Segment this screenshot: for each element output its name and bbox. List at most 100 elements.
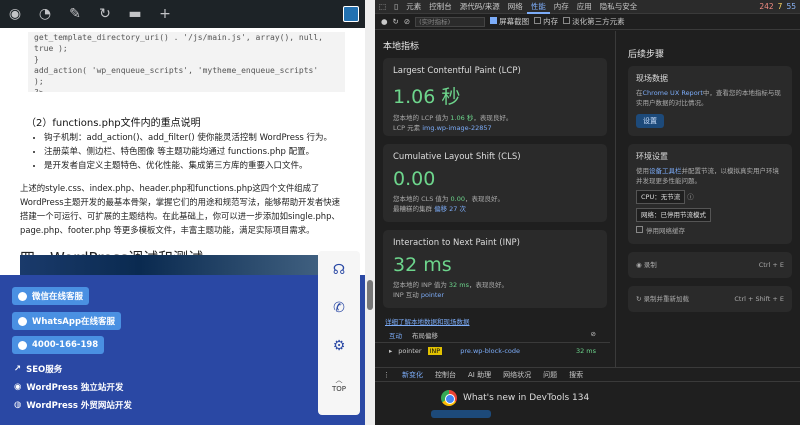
cls-cluster-link[interactable]: 偏移 27 次 <box>434 205 466 213</box>
drawer-tab-issues[interactable]: 问题 <box>543 370 557 380</box>
tab-interactions[interactable]: 互动 <box>389 330 402 340</box>
lcp-el-label: LCP 元素 <box>393 124 421 132</box>
network-throttle-select[interactable]: 网络：已停用节流模式 <box>636 208 711 222</box>
wechat-button[interactable]: 微信在线客服 <box>12 287 90 305</box>
top-label: TOP <box>331 385 346 393</box>
tab-elements[interactable]: 元素 <box>402 0 425 14</box>
setup-button[interactable]: 设置 <box>636 114 664 128</box>
disable-cache-label: 停用网络缓存 <box>646 227 685 235</box>
interactions-panel: 互动 布局偏移 ⊘ ▸ pointer INP pre.wp-block-code … <box>375 328 610 359</box>
code-line: add_action( 'wp_enqueue_scripts', 'mythe… <box>34 66 319 75</box>
memory-toggle[interactable]: 内存 <box>534 16 558 27</box>
drawer-tab-ai[interactable]: AI 助理 <box>468 370 491 380</box>
whatsapp-label: WhatsApp在线客服 <box>32 317 116 327</box>
bullet-item: 注册菜单、侧边栏、特色图像 等主题功能均通过 functions.php 配置。 <box>44 145 345 159</box>
inp-desc-pre: 您本地的 INP 值为 <box>393 281 447 289</box>
lcp-desc: 您本地的 LCP 值为 1.06 秒，表现良好。 LCP 元素 img.wp-im… <box>393 113 597 133</box>
interaction-type: pointer <box>398 347 422 355</box>
disable-cache-toggle[interactable]: 停用网络缓存 <box>636 226 685 235</box>
reload-record-action[interactable]: ↻ 录制并重新加载 Ctrl + Shift + E <box>628 286 792 312</box>
wechat-label: 微信在线客服 <box>32 292 84 302</box>
screenshot-toggle[interactable]: 屏幕截图 <box>490 16 529 27</box>
drawer-tab-console[interactable]: 控制台 <box>435 370 456 380</box>
record-icon[interactable]: ● <box>381 17 388 26</box>
drawer-tab-search[interactable]: 搜索 <box>569 370 583 380</box>
refresh-icon[interactable]: ↻ <box>96 5 114 23</box>
devtools-drawer: ⋮ 新变化 控制台 AI 助理 网络状况 问题 搜索 What's new in… <box>375 367 800 425</box>
tab-sources[interactable]: 源代码/来源 <box>456 0 504 14</box>
wordpress-icon: ◉ <box>14 382 22 392</box>
back-to-top-button[interactable]: ︿ TOP <box>318 365 360 403</box>
tab-network[interactable]: 网络 <box>504 0 527 14</box>
learn-more-link[interactable]: 详细了解本地数据和现场数据 <box>385 318 470 326</box>
field-data-card: 现场数据 在Chrome UX Report中，查看您的本地指标与现实用户数据的… <box>628 66 792 136</box>
interaction-element[interactable]: pre.wp-block-code <box>460 347 520 355</box>
clear-icon[interactable]: ⊘ <box>404 17 410 26</box>
code-line: ?> <box>34 87 339 92</box>
bullet-item: 钩子机制：add_action()、add_filter() 使你能灵活控制 W… <box>44 131 345 145</box>
wordpress-icon[interactable]: ◉ <box>6 5 24 23</box>
expand-arrow-icon[interactable]: ▸ <box>389 347 392 355</box>
whats-new-title: What's new in DevTools 134 <box>463 393 590 403</box>
phone-button[interactable]: 4000-166-198 <box>12 336 105 354</box>
tab-privacy[interactable]: 隐私与安全 <box>596 0 642 14</box>
brush-icon[interactable]: ✎ <box>66 5 84 23</box>
plus-icon[interactable]: + <box>156 5 174 23</box>
tab-layout-shifts[interactable]: 布局偏移 <box>412 330 438 340</box>
interactions-tabs: 互动 布局偏移 ⊘ <box>375 328 610 343</box>
drawer-tab-whats-new[interactable]: 新变化 <box>402 370 423 380</box>
whats-new-button[interactable] <box>431 410 491 418</box>
third-party-label: 淡化第三方元素 <box>572 17 625 26</box>
recording-select[interactable]: (实时指标) <box>415 16 486 27</box>
wp-foreign-link[interactable]: ◍ WordPress 外贸网站开发 <box>14 399 132 411</box>
local-metrics: 本地指标 Largest Contentful Paint (LCP) 1.06… <box>375 31 615 367</box>
reload-icon: ↻ <box>636 295 642 303</box>
cpu-throttle-select[interactable]: CPU：无节流 <box>636 190 686 204</box>
env-desc-pre: 使用 <box>636 167 649 175</box>
code-line: } <box>34 55 39 64</box>
inp-value: 32 ms <box>393 254 452 276</box>
gear-icon[interactable]: ⚙ <box>318 327 360 365</box>
info-icon[interactable]: ⓘ <box>687 193 694 201</box>
info-count: 55 <box>786 2 796 11</box>
phone-icon[interactable]: ✆ <box>318 289 360 327</box>
chrome-logo-icon <box>441 390 457 406</box>
drawer-menu-icon[interactable]: ⋮ <box>383 371 390 379</box>
field-data-title: 现场数据 <box>636 74 668 83</box>
lcp-element-link[interactable]: img.wp-image-22857 <box>422 124 491 132</box>
device-toolbar-link[interactable]: 设备工具栏 <box>649 167 682 175</box>
tab-application[interactable]: 应用 <box>573 0 596 14</box>
drawer-tab-network-conditions[interactable]: 网络状况 <box>503 370 531 380</box>
lcp-desc-post: ，表现良好。 <box>473 114 513 122</box>
reload-icon[interactable]: ↻ <box>393 17 399 26</box>
comment-icon[interactable]: ▬ <box>126 5 144 23</box>
tab-memory[interactable]: 内存 <box>550 0 573 14</box>
record-action[interactable]: ◉ 录制 Ctrl + E <box>628 252 792 278</box>
page-scrollbar[interactable] <box>365 0 375 425</box>
crux-link[interactable]: Chrome UX Report <box>643 89 703 97</box>
wp-dev-link[interactable]: ◉ WordPress 独立站开发 <box>14 381 123 393</box>
user-avatar[interactable] <box>343 6 359 22</box>
whats-new-banner: What's new in DevTools 134 <box>441 390 800 406</box>
clear-icon[interactable]: ⊘ <box>591 330 596 340</box>
record-label: ◉ 录制 <box>636 260 657 270</box>
reload-label: ↻ 录制并重新加载 <box>636 294 689 304</box>
device-icon[interactable]: ▯ <box>390 0 402 14</box>
tab-performance[interactable]: 性能 <box>526 0 550 14</box>
seo-link[interactable]: ↗ SEO服务 <box>14 363 62 375</box>
whatsapp-button[interactable]: WhatsApp在线客服 <box>12 312 122 330</box>
headset-icon[interactable]: ☊ <box>318 251 360 289</box>
scrollbar-thumb[interactable] <box>367 280 373 310</box>
reload-text: 录制并重新加载 <box>643 295 690 303</box>
tab-console[interactable]: 控制台 <box>425 0 456 14</box>
interaction-row[interactable]: ▸ pointer INP pre.wp-block-code 32 ms <box>375 343 610 359</box>
cls-desc-post: ，表现良好。 <box>464 195 504 203</box>
third-party-toggle[interactable]: 淡化第三方元素 <box>563 16 625 27</box>
status-counts[interactable]: 242 7 55 <box>759 2 800 11</box>
inp-interaction-link[interactable]: pointer <box>421 291 444 299</box>
section-title: （2）functions.php文件内的重点说明 <box>26 118 201 129</box>
dashboard-icon[interactable]: ◔ <box>36 5 54 23</box>
code-line: get_template_directory_uri() . '/js/main… <box>34 33 323 42</box>
inspect-icon[interactable]: ⬚ <box>375 0 390 14</box>
memory-label: 内存 <box>543 17 559 26</box>
